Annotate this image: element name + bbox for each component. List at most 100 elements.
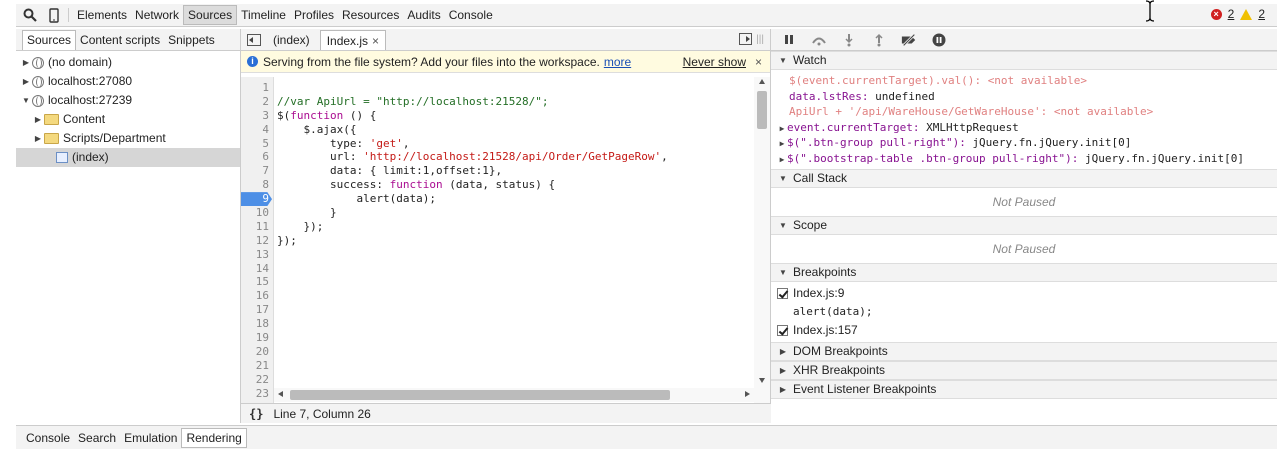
code-line[interactable]: 9 alert(data); xyxy=(241,192,753,207)
code-line[interactable]: 6 url: 'http://localhost:21528/api/Order… xyxy=(241,150,753,164)
editor-tab-indexjs[interactable]: Index.js × xyxy=(319,29,387,50)
line-number[interactable]: 2 xyxy=(241,95,269,109)
watch-expression[interactable]: ApiUrl + '/api/WareHouse/GetWareHouse': … xyxy=(771,104,1277,120)
navigator-tab-content-scripts[interactable]: Content scripts xyxy=(76,30,164,50)
line-number[interactable]: 13 xyxy=(241,248,269,262)
search-icon[interactable] xyxy=(20,5,40,25)
watch-pane-header[interactable]: ▼ Watch xyxy=(771,51,1277,70)
watch-expression[interactable]: data.lstRes: undefined xyxy=(771,89,1277,105)
line-number[interactable]: 3 xyxy=(241,109,269,123)
horizontal-scroll-thumb[interactable] xyxy=(290,390,670,400)
collapsed-triangle-icon[interactable]: ▶ xyxy=(777,152,787,168)
line-number[interactable]: 14 xyxy=(241,262,269,276)
line-number[interactable]: 7 xyxy=(241,164,269,178)
tab-elements[interactable]: Elements xyxy=(73,5,131,25)
editor-tab-index[interactable]: (index) xyxy=(267,30,316,50)
tree-item[interactable]: (index) xyxy=(16,148,240,167)
step-into-icon[interactable] xyxy=(841,32,857,48)
drawer-tab-emulation[interactable]: Emulation xyxy=(120,428,181,448)
code-lines[interactable]: 1 2 //var ApiUrl = "http://localhost:21528… xyxy=(241,81,753,400)
collapsed-triangle-icon[interactable]: ▶ xyxy=(20,72,32,91)
tab-timeline[interactable]: Timeline xyxy=(237,5,290,25)
line-number[interactable]: 16 xyxy=(241,289,269,303)
toggle-debugger-icon[interactable] xyxy=(739,33,753,45)
tree-item[interactable]: ▶ Scripts/Department xyxy=(16,129,240,148)
collapsed-triangle-icon[interactable]: ▶ xyxy=(777,136,787,152)
horizontal-scrollbar[interactable] xyxy=(274,388,754,402)
code-line[interactable]: 15 xyxy=(241,275,753,289)
code-line[interactable]: 11 }); xyxy=(241,220,753,234)
line-number[interactable]: 20 xyxy=(241,345,269,359)
never-show-link[interactable]: Never show xyxy=(683,55,746,69)
step-out-icon[interactable] xyxy=(871,32,887,48)
line-number[interactable]: 18 xyxy=(241,317,269,331)
tree-item[interactable]: ▶ (no domain) xyxy=(16,53,240,72)
code-line[interactable]: 13 xyxy=(241,248,753,262)
tree-item[interactable]: ▶ localhost:27080 xyxy=(16,72,240,91)
close-tab-icon[interactable]: × xyxy=(372,34,379,48)
line-number[interactable]: 5 xyxy=(241,137,269,151)
watch-expression[interactable]: ▶ $(".btn-group pull-right"): jQuery.fn.j… xyxy=(771,135,1277,151)
collapsed-triangle-icon[interactable]: ▶ xyxy=(32,110,44,129)
tree-item[interactable]: ▼ localhost:27239 xyxy=(16,91,240,110)
code-line[interactable]: 7 data: { limit:1,offset:1}, xyxy=(241,164,753,178)
toggle-navigator-icon[interactable] xyxy=(247,33,261,46)
line-number[interactable]: 15 xyxy=(241,275,269,289)
code-line[interactable]: 17 xyxy=(241,303,753,317)
navigator-tab-sources[interactable]: Sources xyxy=(22,29,77,50)
watch-expression[interactable]: $(event.currentTarget).val(): <not avail… xyxy=(771,73,1277,89)
watch-expression[interactable]: ▶ $(".bootstrap-table .btn-group pull-rig… xyxy=(771,151,1277,167)
scroll-down-icon[interactable] xyxy=(759,378,765,383)
code-line[interactable]: 2 //var ApiUrl = "http://localhost:21528/… xyxy=(241,95,753,109)
tab-console[interactable]: Console xyxy=(445,5,497,25)
line-number[interactable]: 8 xyxy=(241,178,269,192)
breakpoint-checkbox[interactable] xyxy=(777,325,788,336)
scroll-up-icon[interactable] xyxy=(759,79,765,84)
breakpoint-item[interactable]: Index.js:157 xyxy=(771,321,1277,340)
collapsed-triangle-icon[interactable]: ▶ xyxy=(20,53,32,72)
pretty-print-icon[interactable]: {} xyxy=(249,407,263,421)
breakpoint-checkbox[interactable] xyxy=(777,288,788,299)
drawer-tab-rendering[interactable]: Rendering xyxy=(181,427,247,448)
watch-expression[interactable]: ▶ event.currentTarget: XMLHttpRequest xyxy=(771,120,1277,136)
line-number[interactable]: 21 xyxy=(241,359,269,373)
xhr-breakpoints-pane-header[interactable]: ▶ XHR Breakpoints xyxy=(771,361,1277,380)
pause-on-exceptions-icon[interactable] xyxy=(931,32,947,48)
tab-network[interactable]: Network xyxy=(131,5,183,25)
tree-item[interactable]: ▶ Content xyxy=(16,110,240,129)
collapsed-triangle-icon[interactable]: ▶ xyxy=(777,121,787,137)
drawer-tab-search[interactable]: Search xyxy=(74,428,120,448)
step-over-icon[interactable] xyxy=(811,32,827,48)
code-line[interactable]: 10 } xyxy=(241,206,753,220)
line-number[interactable]: 1 xyxy=(241,81,269,95)
code-line[interactable]: 21 xyxy=(241,359,753,373)
expanded-triangle-icon[interactable]: ▼ xyxy=(20,91,32,110)
device-icon[interactable] xyxy=(44,5,64,25)
drawer-tab-console[interactable]: Console xyxy=(22,428,74,448)
navigator-tab-snippets[interactable]: Snippets xyxy=(164,30,219,50)
code-line[interactable]: 22 xyxy=(241,373,753,387)
breakpoints-pane-header[interactable]: ▼ Breakpoints xyxy=(771,263,1277,282)
code-line[interactable]: 4 $.ajax({ xyxy=(241,123,753,137)
code-area[interactable]: 1 2 //var ApiUrl = "http://localhost:21528… xyxy=(241,77,771,403)
scope-pane-header[interactable]: ▼ Scope xyxy=(771,216,1277,235)
scroll-right-icon[interactable] xyxy=(745,391,750,397)
resize-handle-icon[interactable]: ||| xyxy=(756,34,764,45)
code-line[interactable]: 8 success: function (data, status) { xyxy=(241,178,753,192)
close-infobar-icon[interactable]: × xyxy=(755,55,762,69)
line-number[interactable]: 23 xyxy=(241,387,269,401)
code-line[interactable]: 16 xyxy=(241,289,753,303)
scroll-left-icon[interactable] xyxy=(278,391,283,397)
call-stack-pane-header[interactable]: ▼ Call Stack xyxy=(771,169,1277,188)
line-number[interactable]: 12 xyxy=(241,234,269,248)
tab-sources[interactable]: Sources xyxy=(183,5,238,25)
pause-icon[interactable] xyxy=(781,32,797,48)
code-line[interactable]: 12}); xyxy=(241,234,753,248)
line-number[interactable]: 4 xyxy=(241,123,269,137)
vertical-scroll-thumb[interactable] xyxy=(757,91,767,129)
code-line[interactable]: 5 type: 'get', xyxy=(241,137,753,151)
tab-profiles[interactable]: Profiles xyxy=(290,5,338,25)
dom-breakpoints-pane-header[interactable]: ▶ DOM Breakpoints xyxy=(771,342,1277,361)
breakpoint-item[interactable]: Index.js:9 xyxy=(771,284,1277,303)
collapsed-triangle-icon[interactable]: ▶ xyxy=(32,129,44,148)
